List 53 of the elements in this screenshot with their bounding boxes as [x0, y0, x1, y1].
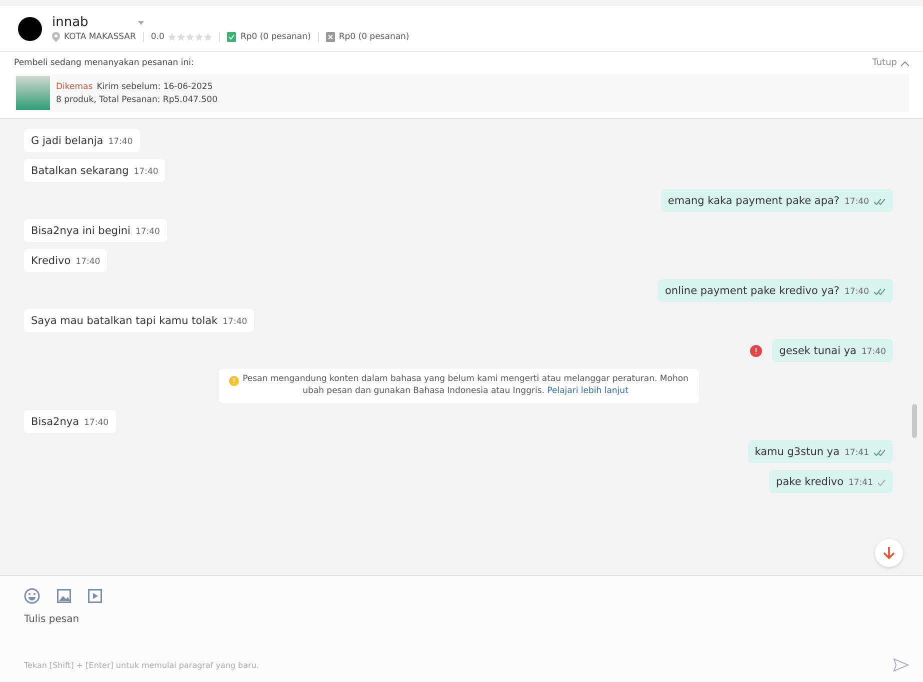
warning-icon — [228, 376, 238, 386]
emoji-icon[interactable] — [24, 588, 40, 604]
ship-deadline: Kirim sebelum: 16-06-2025 — [96, 82, 213, 92]
message-text: G jadi belanja — [31, 135, 104, 147]
message-text: gesek tunai ya — [779, 345, 856, 357]
message-time: 17:40 — [108, 137, 133, 147]
scrollbar-thumb[interactable] — [912, 404, 917, 438]
image-icon[interactable] — [57, 589, 71, 603]
message-time: 17:41 — [848, 478, 873, 488]
message-time: 17:40 — [222, 317, 248, 327]
message-text: Saya mau batalkan tapi kamu tolak — [31, 315, 218, 327]
message-input[interactable]: Tulis pesan — [24, 614, 909, 652]
clipboard-check-icon — [227, 32, 236, 42]
location-pin-icon — [52, 32, 60, 42]
chevron-up-icon — [901, 60, 909, 66]
buyer-name: innab — [52, 15, 88, 30]
caret-icon[interactable] — [138, 20, 144, 24]
learn-more-link[interactable]: Pelajari lebih lanjut — [547, 386, 628, 396]
message-time: 17:40 — [84, 418, 109, 428]
inquiry-title: Pembeli sedang menanyakan pesanan ini: — [14, 58, 194, 68]
order-status: Dikemas — [56, 82, 93, 92]
arrow-down-icon — [882, 546, 896, 560]
message-time: 17:40 — [134, 167, 158, 177]
message-text: kamu g3stun ya — [754, 446, 840, 458]
message-text: Bisa2nya ini begini — [31, 225, 130, 237]
message-time: 17:40 — [76, 257, 100, 267]
hint-text: Tekan [Shift] + [Enter] untuk memulai paragraf yang baru. — [24, 660, 259, 670]
cancel-box-icon — [326, 32, 335, 42]
message-time: 17:40 — [844, 197, 869, 207]
message-time: 17:40 — [862, 347, 886, 357]
message-text: emang kaka payment pake apa? — [668, 195, 840, 207]
message-time: 17:41 — [844, 448, 869, 458]
message-text: Kredivo — [31, 255, 71, 267]
message-text: pake kredivo — [776, 476, 844, 488]
avatar — [18, 16, 42, 40]
message-text: online payment pake kredivo ya? — [665, 285, 840, 297]
completed-orders-text: Rp0 (0 pesanan) — [240, 32, 311, 42]
product-thumbnail — [16, 76, 50, 110]
error-icon[interactable] — [750, 344, 762, 356]
order-card[interactable]: Dikemas Kirim sebelum: 16-06-2025 8 produk, Total Pesanan: Rp5.047.500 — [14, 74, 909, 112]
scroll-down-button[interactable] — [875, 539, 903, 567]
message-time: 17:40 — [135, 227, 160, 237]
notice-text: Pesan mengandung konten dalam bahasa yang belum kami mengerti atau melanggar peraturan. Mohon ubah pesan dan gunakan Bahasa Indonesia atau Inggris. Pelajari lebih lanjut — [242, 374, 688, 398]
order-summary: 8 produk, Total Pesanan: Rp5.047.500 — [56, 94, 218, 104]
message-time: 17:40 — [844, 287, 869, 297]
video-icon[interactable] — [88, 589, 102, 603]
cancelled-orders-text: Rp0 (0 pesanan) — [338, 32, 410, 42]
message-text: Batalkan sekarang — [31, 165, 129, 177]
location-text: KOTA MAKASSAR — [64, 32, 136, 42]
message-text: Bisa2nya — [31, 416, 80, 428]
send-icon[interactable] — [893, 658, 909, 672]
close-button[interactable]: Tutup — [872, 58, 909, 68]
rating-text: 0.0 — [150, 32, 164, 42]
